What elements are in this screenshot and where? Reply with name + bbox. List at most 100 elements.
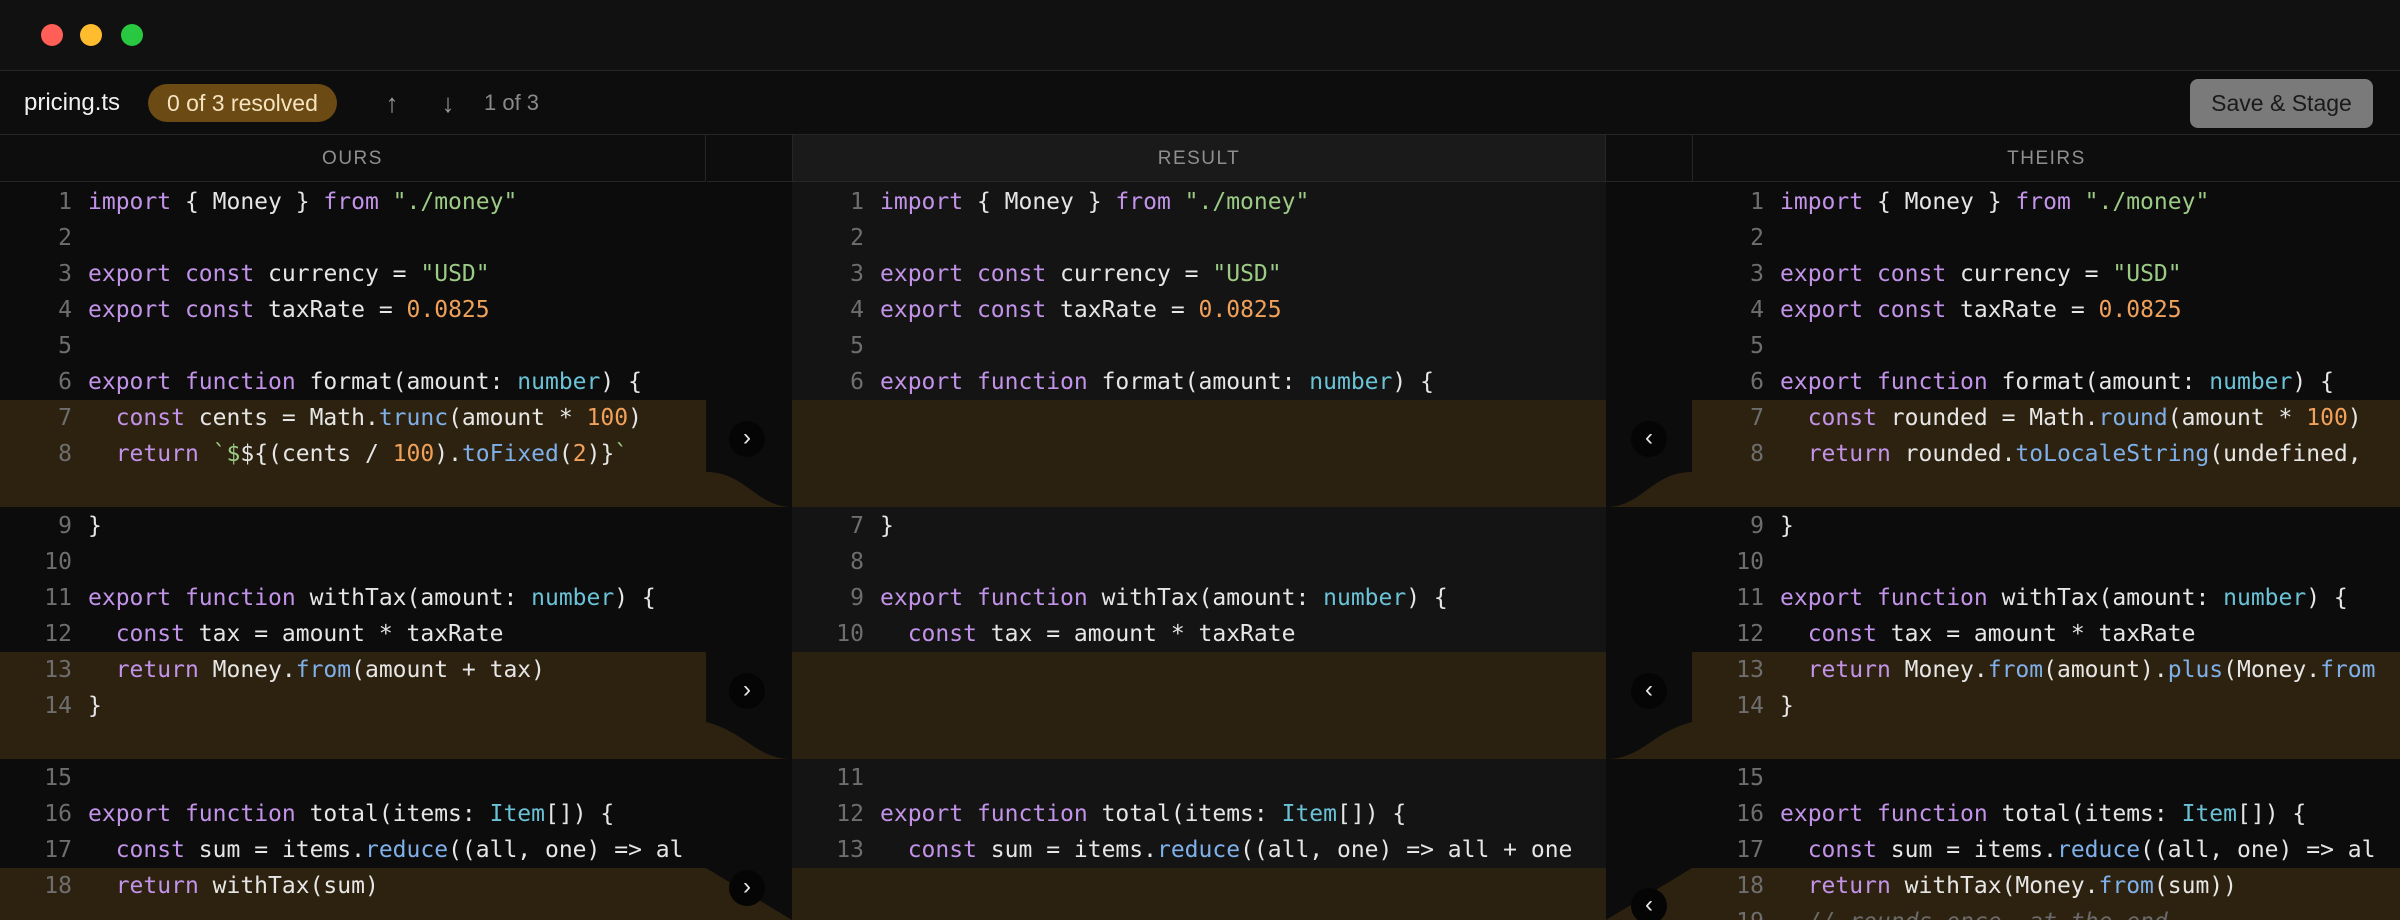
chevron-right-icon: › [743, 676, 751, 703]
code-line[interactable]: 5 [792, 328, 1606, 364]
code-line[interactable]: 15 [1692, 760, 2400, 796]
code-line[interactable]: 3 export const currency = "USD" [0, 256, 706, 292]
arrow-up-icon: ↑ [385, 88, 399, 118]
code-line[interactable]: 3 export const currency = "USD" [1692, 256, 2400, 292]
code-line[interactable]: 19 // rounds once, at the end [1692, 904, 2400, 920]
prev-conflict-button[interactable]: ↑ [374, 85, 410, 121]
line-number: 13 [1736, 657, 1764, 683]
line-number: 10 [836, 621, 864, 647]
code-line[interactable]: 9} [0, 508, 706, 544]
accept-ours-button[interactable]: › [729, 421, 765, 457]
code-line[interactable]: 10 const tax = amount * taxRate [792, 616, 1606, 652]
theirs-action-gutter: ‹ ‹ ‹ [1606, 182, 1692, 920]
code-line[interactable]: 12 const tax = amount * taxRate [0, 616, 706, 652]
result-code-pane[interactable]: 1 import { Money } from "./money" 2 3 export… [792, 182, 1606, 920]
code-text: import { Money } from "./money" [88, 189, 518, 215]
code-line[interactable]: 14} [0, 688, 706, 724]
code-line[interactable]: 3 export const currency = "USD" [792, 256, 1606, 292]
code-line[interactable]: 7} [792, 508, 1606, 544]
save-and-stage-button[interactable]: Save & Stage [2190, 79, 2373, 128]
code-line[interactable]: 8 return `$${(cents / 100).toFixed(2)}` [0, 436, 706, 472]
code-line[interactable]: 1 import { Money } from "./money" [0, 184, 706, 220]
zoom-window-button[interactable] [121, 24, 143, 46]
accept-theirs-button[interactable]: ‹ [1631, 421, 1667, 457]
code-line[interactable]: 9} [1692, 508, 2400, 544]
accept-ours-button[interactable]: › [729, 870, 765, 906]
code-line[interactable]: 5 [0, 328, 706, 364]
minimize-window-button[interactable] [80, 24, 102, 46]
code-text: return withTax(Money.from(sum)) [1807, 873, 2237, 899]
line-number: 13 [836, 837, 864, 863]
code-line[interactable]: 18 return withTax(Money.from(sum)) [1692, 868, 2400, 904]
line-number: 14 [44, 693, 72, 719]
code-line[interactable]: 13 return Money.from(amount + tax) [0, 652, 706, 688]
code-line[interactable]: 1 import { Money } from "./money" [792, 184, 1606, 220]
code-text: } [1780, 513, 1794, 539]
code-line[interactable]: 1 import { Money } from "./money" [1692, 184, 2400, 220]
code-text: export function withTax(amount: number) … [1780, 585, 2348, 611]
code-line[interactable]: 12 export function total(items: Item[]) { [792, 796, 1606, 832]
code-line[interactable]: 18 return withTax(sum) [0, 868, 706, 904]
line-number: 1 [1750, 189, 1764, 215]
code-line[interactable]: 11 [792, 760, 1606, 796]
code-line[interactable]: 6 export function format(amount: number) … [1692, 364, 2400, 400]
line-number: 12 [836, 801, 864, 827]
code-text: return rounded.toLocaleString(undefined, [1807, 441, 2362, 467]
accept-theirs-button[interactable]: ‹ [1631, 673, 1667, 709]
code-text: export function format(amount: number) { [880, 369, 1434, 395]
line-number: 11 [44, 585, 72, 611]
ours-action-gutter: › › › [706, 182, 792, 920]
code-line[interactable]: 4 export const taxRate = 0.0825 [1692, 292, 2400, 328]
code-text: const tax = amount * taxRate [907, 621, 1296, 647]
code-line[interactable]: 17 const sum = items.reduce((all, one) =… [0, 832, 706, 868]
next-conflict-button[interactable]: ↓ [430, 85, 466, 121]
theirs-code-pane[interactable]: 1 import { Money } from "./money" 2 3 export… [1692, 182, 2400, 920]
code-line[interactable]: 13 const sum = items.reduce((all, one) =… [792, 832, 1606, 868]
code-text: const tax = amount * taxRate [115, 621, 504, 647]
chevron-left-icon: ‹ [1645, 424, 1653, 451]
gutter-header-right [1606, 135, 1692, 182]
code-line[interactable]: 4 export const taxRate = 0.0825 [0, 292, 706, 328]
code-line[interactable]: 12 const tax = amount * taxRate [1692, 616, 2400, 652]
code-line[interactable]: 16 export function total(items: Item[]) { [0, 796, 706, 832]
code-line[interactable]: 17 const sum = items.reduce((all, one) =… [1692, 832, 2400, 868]
code-text: } [88, 513, 102, 539]
code-line[interactable]: 13 return Money.from(amount).plus(Money.… [1692, 652, 2400, 688]
code-line[interactable]: 2 [1692, 220, 2400, 256]
code-line[interactable]: 6 export function format(amount: number) … [792, 364, 1606, 400]
code-line[interactable]: 7 const rounded = Math.round(amount * 10… [1692, 400, 2400, 436]
code-line[interactable]: 6 export function format(amount: number) … [0, 364, 706, 400]
code-line[interactable]: 11 export function withTax(amount: number… [1692, 580, 2400, 616]
code-line[interactable]: 8 [792, 544, 1606, 580]
accept-theirs-button[interactable]: ‹ [1631, 888, 1667, 920]
code-line[interactable]: 7 const cents = Math.trunc(amount * 100) [0, 400, 706, 436]
line-number: 19 [1692, 904, 1780, 920]
code-line[interactable]: 10 [0, 544, 706, 580]
code-line[interactable]: 8 return rounded.toLocaleString(undefine… [1692, 436, 2400, 472]
line-number: 17 [1736, 837, 1764, 863]
code-line[interactable]: 11 export function withTax(amount: number… [0, 580, 706, 616]
code-line[interactable]: 16 export function total(items: Item[]) { [1692, 796, 2400, 832]
code-text: const tax = amount * taxRate [1807, 621, 2196, 647]
code-line[interactable]: 9 export function withTax(amount: number)… [792, 580, 1606, 616]
line-number: 3 [1750, 261, 1764, 287]
code-line[interactable]: 10 [1692, 544, 2400, 580]
code-line[interactable]: 14} [1692, 688, 2400, 724]
code-text: } [1780, 693, 1794, 719]
code-text: export const currency = "USD" [880, 261, 1282, 287]
code-line[interactable]: 15 [0, 760, 706, 796]
code-text: export function withTax(amount: number) … [88, 585, 656, 611]
line-number: 16 [44, 801, 72, 827]
code-line[interactable]: 2 [0, 220, 706, 256]
line-number: 15 [44, 765, 72, 791]
code-line[interactable]: 4 export const taxRate = 0.0825 [792, 292, 1606, 328]
accept-ours-button[interactable]: › [729, 673, 765, 709]
close-window-button[interactable] [41, 24, 63, 46]
code-text: import { Money } from "./money" [1780, 189, 2210, 215]
ours-code-pane[interactable]: 1 import { Money } from "./money" 2 3 export… [0, 182, 706, 920]
code-line[interactable]: 2 [792, 220, 1606, 256]
code-line[interactable]: 5 [1692, 328, 2400, 364]
code-text: // rounds once, at the end [1780, 909, 2168, 920]
code-text: } [880, 513, 894, 539]
window-titlebar [0, 0, 2400, 71]
